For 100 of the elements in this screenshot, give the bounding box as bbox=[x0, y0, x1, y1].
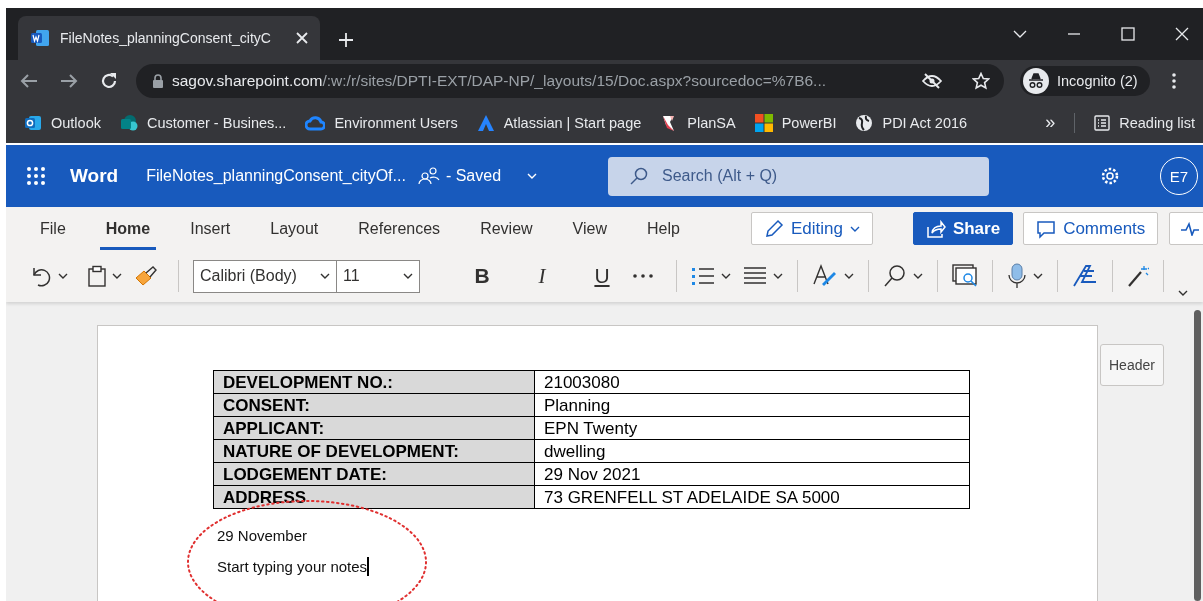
chevron-down-icon bbox=[849, 225, 860, 232]
comment-icon bbox=[1036, 218, 1057, 239]
bold-button[interactable]: B bbox=[464, 264, 500, 288]
table-cell: Planning bbox=[534, 393, 970, 417]
ribbon-tab[interactable]: Home bbox=[99, 207, 157, 250]
undo-icon[interactable] bbox=[30, 265, 52, 287]
ribbon-tab[interactable]: View bbox=[566, 207, 613, 250]
find-icon[interactable] bbox=[883, 264, 907, 288]
save-status: - Saved bbox=[445, 167, 502, 185]
document-paragraph: Start typing your notes bbox=[217, 558, 368, 575]
font-color-icon[interactable] bbox=[812, 264, 838, 288]
ribbon-tab[interactable]: Insert bbox=[184, 207, 237, 250]
table-cell: LODGEMENT DATE: bbox=[213, 462, 535, 486]
back-icon[interactable] bbox=[20, 73, 38, 89]
reading-list-button[interactable]: Reading list bbox=[1094, 114, 1203, 131]
bookmark[interactable]: Atlassian | Start page bbox=[476, 113, 642, 132]
bookmark[interactable]: PlanSA bbox=[660, 113, 736, 132]
triangle-logo-icon bbox=[476, 113, 495, 132]
incognito-icon bbox=[1023, 68, 1049, 94]
header-button[interactable]: Header bbox=[1100, 344, 1164, 386]
font-size-dropdown[interactable]: 11 bbox=[337, 260, 419, 292]
cloud-icon bbox=[305, 113, 326, 132]
expand-ribbon-icon bbox=[1178, 290, 1188, 296]
globe-icon bbox=[855, 113, 874, 132]
chevron-down-icon bbox=[773, 273, 783, 279]
align-icon[interactable] bbox=[743, 266, 767, 286]
chevron-down-icon bbox=[320, 273, 330, 279]
table-cell: CONSENT: bbox=[213, 393, 535, 417]
editing-mode-button[interactable]: Editing bbox=[750, 212, 873, 245]
document-title[interactable]: FileNotes_planningConsent_cityOf... bbox=[146, 167, 406, 185]
pencil-icon bbox=[763, 218, 784, 239]
bookmark[interactable]: Customer - Busines... bbox=[120, 113, 287, 132]
address-bar[interactable]: sagov.sharepoint.com/:w:/r/sites/DPTI-EXT/DAP-NP/_layouts/15/Doc.aspx?sourcedoc=%7B6... bbox=[136, 64, 1004, 98]
chevron-down-icon bbox=[844, 273, 854, 279]
table-cell: 73 GRENFELL ST ADELAIDE SA 5000 bbox=[534, 485, 970, 509]
word-logo-icon bbox=[30, 29, 50, 47]
forward-icon[interactable] bbox=[60, 73, 78, 89]
eye-off-icon[interactable] bbox=[922, 73, 942, 89]
activity-button[interactable] bbox=[1169, 212, 1203, 245]
clipboard-icon[interactable] bbox=[88, 265, 106, 287]
table-cell: 29 Nov 2021 bbox=[534, 462, 970, 486]
chevron-down-icon bbox=[721, 273, 731, 279]
tab-search-icon[interactable] bbox=[1013, 30, 1027, 38]
designer-wand-icon[interactable] bbox=[1127, 264, 1149, 288]
mail-app-icon bbox=[24, 113, 42, 132]
text-cursor bbox=[367, 557, 369, 576]
tiles-icon bbox=[754, 113, 773, 132]
table-cell: EPN Twenty bbox=[534, 416, 970, 440]
font-name-dropdown[interactable]: Calibri (Body) bbox=[194, 260, 337, 292]
people-icon bbox=[417, 167, 440, 185]
ribbon-tab[interactable]: References bbox=[352, 207, 447, 250]
bookmark[interactable]: PDI Act 2016 bbox=[855, 113, 968, 132]
sharepoint-icon bbox=[120, 113, 138, 132]
scrollbar-thumb[interactable] bbox=[1194, 310, 1201, 601]
underline-button[interactable]: U bbox=[584, 264, 620, 288]
immersive-reader-icon[interactable] bbox=[952, 264, 978, 288]
settings-icon[interactable] bbox=[1100, 166, 1120, 186]
chevron-down-icon bbox=[527, 173, 538, 179]
format-painter-icon[interactable] bbox=[134, 265, 158, 287]
bookmark[interactable]: PowerBI bbox=[754, 113, 837, 132]
microphone-icon[interactable] bbox=[1007, 263, 1027, 289]
chevron-down-icon bbox=[112, 273, 122, 279]
app-name: Word bbox=[70, 165, 119, 187]
share-icon bbox=[925, 218, 946, 239]
table-cell: dwelling bbox=[534, 439, 970, 463]
editor-icon[interactable] bbox=[1072, 264, 1098, 288]
bookmark[interactable]: Environment Users bbox=[305, 113, 458, 132]
ribbon-tab[interactable]: File bbox=[34, 207, 72, 250]
menu-icon[interactable] bbox=[1171, 73, 1176, 89]
close-icon[interactable] bbox=[296, 32, 308, 44]
document-paragraph: 29 November bbox=[217, 527, 308, 544]
chevron-down-icon bbox=[403, 273, 413, 279]
table-cell: 21003080 bbox=[534, 370, 970, 394]
app-launcher-icon[interactable] bbox=[26, 166, 46, 186]
italic-button[interactable]: I bbox=[524, 263, 560, 289]
chevron-down-icon bbox=[58, 273, 68, 279]
close-icon[interactable] bbox=[1175, 27, 1189, 41]
ribbon-tab[interactable]: Help bbox=[641, 207, 686, 250]
chevron-down-icon bbox=[913, 273, 923, 279]
bullet-list-icon[interactable] bbox=[691, 266, 715, 286]
ribbon-tab[interactable]: Review bbox=[474, 207, 539, 250]
profile-button[interactable]: Incognito (2) bbox=[1020, 66, 1150, 96]
bookmark[interactable]: Outlook bbox=[24, 113, 101, 132]
more-options-icon[interactable] bbox=[632, 273, 654, 279]
browser-tab[interactable]: FileNotes_planningConsent_cityC bbox=[18, 16, 320, 60]
more-bookmarks-button[interactable]: » bbox=[1045, 112, 1056, 133]
table-cell: APPLICANT: bbox=[213, 416, 535, 440]
comments-button[interactable]: Comments bbox=[1023, 212, 1159, 245]
reload-icon[interactable] bbox=[100, 72, 118, 90]
list-icon bbox=[1094, 114, 1111, 131]
star-icon[interactable] bbox=[972, 72, 990, 90]
lock-icon bbox=[152, 74, 164, 88]
share-button[interactable]: Share bbox=[912, 212, 1014, 245]
table-cell: DEVELOPMENT NO.: bbox=[213, 370, 535, 394]
chevron-down-icon bbox=[1033, 273, 1043, 279]
ribbon-tab[interactable]: Layout bbox=[264, 207, 325, 250]
maximize-icon[interactable] bbox=[1121, 27, 1135, 41]
search-field[interactable]: Search (Alt + Q) bbox=[608, 156, 990, 196]
new-tab-icon[interactable] bbox=[338, 32, 354, 48]
pulse-icon bbox=[1180, 221, 1201, 236]
